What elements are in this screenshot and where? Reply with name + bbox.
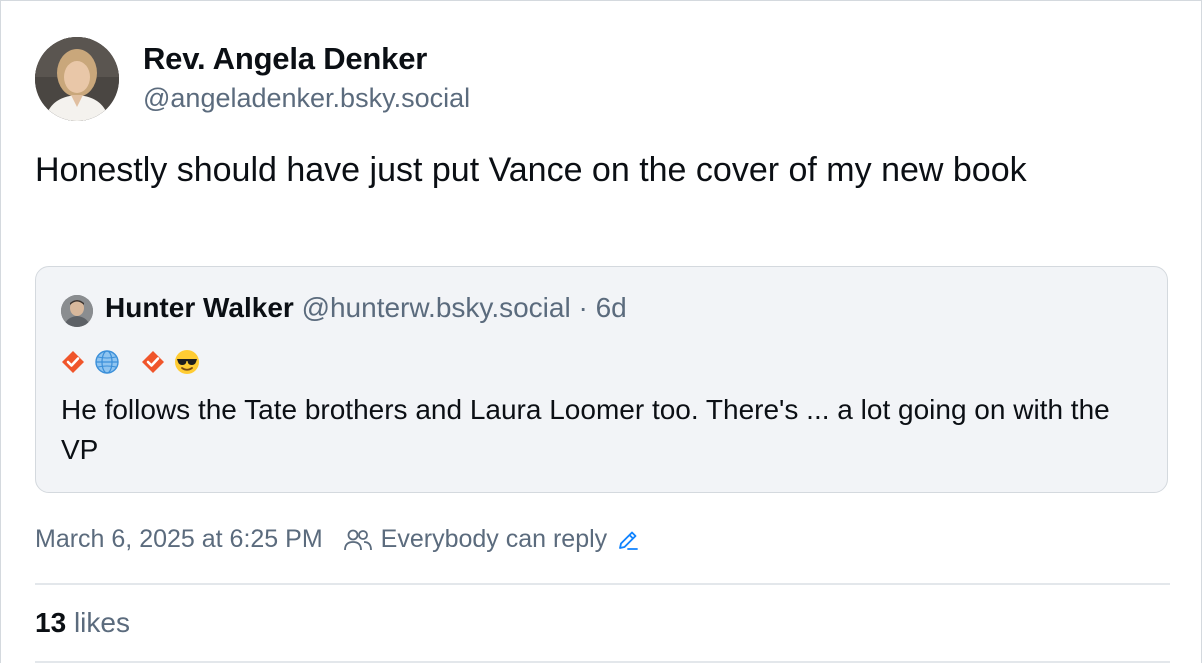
people-icon [343, 529, 372, 550]
author-avatar-image [35, 37, 119, 121]
badge-row [60, 347, 200, 377]
checkmark-badge-icon [62, 351, 84, 373]
divider [35, 583, 1170, 585]
post-card: Rev. Angela Denker @angeladenker.bsky.so… [0, 0, 1202, 663]
header-separator: · [578, 292, 588, 323]
quoted-post-header: Hunter Walker @hunterw.bsky.social · 6d [105, 292, 627, 324]
author-avatar[interactable] [35, 37, 119, 121]
edit-pencil-icon[interactable] [617, 529, 639, 551]
likes-label: likes [73, 607, 130, 638]
reply-setting[interactable]: Everybody can reply [381, 525, 608, 554]
quoted-post[interactable]: Hunter Walker @hunterw.bsky.social · 6d [35, 266, 1168, 493]
post-meta: March 6, 2025 at 6:25 PM Everybody can r… [35, 525, 639, 554]
post-timestamp[interactable]: March 6, 2025 at 6:25 PM [35, 525, 323, 554]
quoted-post-text: He follows the Tate brothers and Laura L… [61, 394, 1110, 465]
divider [35, 661, 1170, 663]
quoted-author-name[interactable]: Hunter Walker [105, 292, 294, 323]
globe-icon [95, 350, 119, 374]
quoted-post-age[interactable]: 6d [596, 292, 627, 323]
author-handle[interactable]: @angeladenker.bsky.social [143, 83, 470, 114]
quoted-author-handle[interactable]: @hunterw.bsky.social [302, 292, 571, 323]
author-name[interactable]: Rev. Angela Denker [143, 41, 427, 77]
likes-summary[interactable]: 13 likes [35, 607, 130, 639]
quoted-author-avatar[interactable] [61, 295, 93, 327]
sunglasses-emoji-icon [175, 350, 199, 374]
checkmark-badge-icon [142, 351, 164, 373]
quoted-avatar-image [61, 295, 93, 327]
post-text: Honestly should have just put Vance on t… [35, 151, 1027, 189]
likes-count: 13 [35, 607, 67, 638]
